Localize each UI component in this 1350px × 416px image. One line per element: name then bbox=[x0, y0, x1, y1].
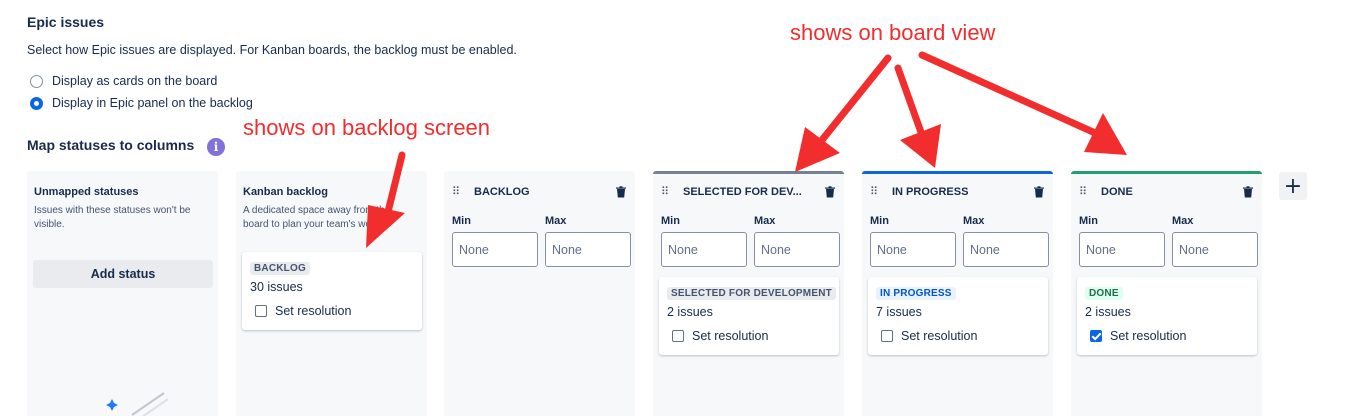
drag-handle-icon[interactable]: ⠿ bbox=[452, 186, 466, 197]
column-header: ⠿ BACKLOG bbox=[452, 184, 627, 200]
column-header: ⠿ IN PROGRESS bbox=[870, 184, 1045, 200]
unmapped-statuses-column: Unmapped statuses Issues with these stat… bbox=[27, 171, 218, 416]
status-lozenge: BACKLOG bbox=[250, 262, 310, 275]
min-input[interactable] bbox=[661, 232, 747, 267]
map-statuses-heading: Map statuses to columns bbox=[27, 137, 195, 153]
epic-issues-description: Select how Epic issues are displayed. Fo… bbox=[27, 43, 517, 57]
column-name[interactable]: IN PROGRESS bbox=[892, 186, 1033, 198]
checkbox-label: Set resolution bbox=[692, 329, 769, 343]
annotation-board-view: shows on board view bbox=[790, 20, 996, 45]
min-label: Min bbox=[452, 215, 471, 227]
status-card[interactable]: DONE 2 issues Set resolution bbox=[1077, 277, 1257, 355]
info-icon[interactable]: i bbox=[207, 138, 225, 156]
annotation-backlog-screen: shows on backlog screen bbox=[243, 115, 491, 140]
column-title: Kanban backlog bbox=[243, 186, 328, 198]
column-description: Issues with these statuses won't be visi… bbox=[34, 205, 191, 230]
radio-option-epic-panel[interactable]: Display in Epic panel on the backlog bbox=[30, 96, 253, 110]
status-card[interactable]: IN PROGRESS 7 issues Set resolution bbox=[868, 277, 1048, 355]
status-lozenge: IN PROGRESS bbox=[876, 287, 956, 300]
add-column-button[interactable]: + bbox=[1279, 172, 1307, 200]
radio-button-selected[interactable] bbox=[30, 96, 43, 110]
checkbox-label: Set resolution bbox=[275, 304, 352, 318]
max-input[interactable] bbox=[754, 232, 840, 267]
radio-option-cards[interactable]: Display as cards on the board bbox=[30, 74, 217, 88]
radio-label: Display in Epic panel on the backlog bbox=[52, 96, 253, 110]
max-label: Max bbox=[545, 215, 567, 227]
max-label: Max bbox=[963, 215, 985, 227]
arrowhead-in-progress bbox=[900, 124, 941, 168]
max-input[interactable] bbox=[545, 232, 631, 267]
kanban-backlog-column: Kanban backlog A dedicated space away fr… bbox=[236, 171, 427, 416]
max-input[interactable] bbox=[963, 232, 1049, 267]
add-status-button[interactable]: Add status bbox=[33, 260, 213, 288]
trash-icon[interactable] bbox=[1033, 186, 1045, 198]
issue-count: 2 issues bbox=[1085, 305, 1131, 319]
issue-count: 30 issues bbox=[250, 280, 303, 294]
column-header: ⠿ DONE bbox=[1079, 184, 1254, 200]
min-label: Min bbox=[870, 215, 889, 227]
drag-handle-icon[interactable]: ⠿ bbox=[870, 186, 884, 197]
arrow-to-done-column bbox=[918, 51, 1097, 136]
trash-icon[interactable] bbox=[824, 186, 836, 198]
issue-count: 7 issues bbox=[876, 305, 922, 319]
set-resolution-checkbox[interactable]: Set resolution bbox=[881, 329, 977, 343]
checkbox[interactable] bbox=[255, 305, 267, 317]
set-resolution-checkbox[interactable]: Set resolution bbox=[672, 329, 768, 343]
checkbox[interactable] bbox=[672, 330, 684, 342]
min-input[interactable] bbox=[870, 232, 956, 267]
column-name[interactable]: SELECTED FOR DEV... bbox=[683, 186, 824, 198]
board-column-backlog: ⠿ BACKLOG Min Max bbox=[444, 171, 635, 416]
column-name[interactable]: DONE bbox=[1101, 186, 1242, 198]
illustration-sparkle-icon bbox=[106, 392, 169, 416]
status-card[interactable]: BACKLOG 30 issues Set resolution bbox=[242, 252, 422, 330]
radio-button[interactable] bbox=[30, 74, 43, 88]
issue-count: 2 issues bbox=[667, 305, 713, 319]
board-column-in-progress: ⠿ IN PROGRESS Min Max IN PROGRESS 7 issu… bbox=[862, 171, 1053, 416]
radio-label: Display as cards on the board bbox=[52, 74, 218, 88]
trash-icon[interactable] bbox=[1242, 186, 1254, 198]
board-column-done: ⠿ DONE Min Max DONE 2 issues Set resolut… bbox=[1071, 171, 1262, 416]
arrowhead-selected bbox=[795, 127, 840, 172]
status-lozenge: DONE bbox=[1085, 287, 1123, 300]
max-label: Max bbox=[754, 215, 776, 227]
checkbox-label: Set resolution bbox=[1110, 329, 1187, 343]
drag-handle-icon[interactable]: ⠿ bbox=[661, 186, 675, 197]
checkbox-label: Set resolution bbox=[901, 329, 978, 343]
min-input[interactable] bbox=[452, 232, 538, 267]
set-resolution-checkbox[interactable]: Set resolution bbox=[1090, 329, 1186, 343]
arrow-to-in-progress-column bbox=[894, 64, 926, 139]
column-description: A dedicated space away from the board to… bbox=[243, 205, 391, 230]
min-label: Min bbox=[661, 215, 680, 227]
status-card[interactable]: SELECTED FOR DEVELOPMENT 2 issues Set re… bbox=[659, 277, 839, 355]
max-label: Max bbox=[1172, 215, 1194, 227]
max-input[interactable] bbox=[1172, 232, 1258, 267]
trash-icon[interactable] bbox=[615, 186, 627, 198]
epic-issues-heading: Epic issues bbox=[27, 14, 105, 30]
checkbox[interactable] bbox=[881, 330, 893, 342]
status-lozenge: SELECTED FOR DEVELOPMENT bbox=[667, 287, 836, 300]
drag-handle-icon[interactable]: ⠿ bbox=[1079, 186, 1093, 197]
column-name[interactable]: BACKLOG bbox=[474, 186, 615, 198]
checkbox-checked[interactable] bbox=[1090, 330, 1102, 342]
board-column-selected-for-development: ⠿ SELECTED FOR DEV... Min Max SELECTED F… bbox=[653, 171, 844, 416]
set-resolution-checkbox[interactable]: Set resolution bbox=[255, 304, 351, 318]
column-title: Unmapped statuses bbox=[34, 186, 139, 198]
arrowhead-done bbox=[1084, 113, 1127, 155]
column-header: ⠿ SELECTED FOR DEV... bbox=[661, 184, 836, 200]
arrow-to-selected-column bbox=[818, 54, 892, 144]
min-input[interactable] bbox=[1079, 232, 1165, 267]
min-label: Min bbox=[1079, 215, 1098, 227]
